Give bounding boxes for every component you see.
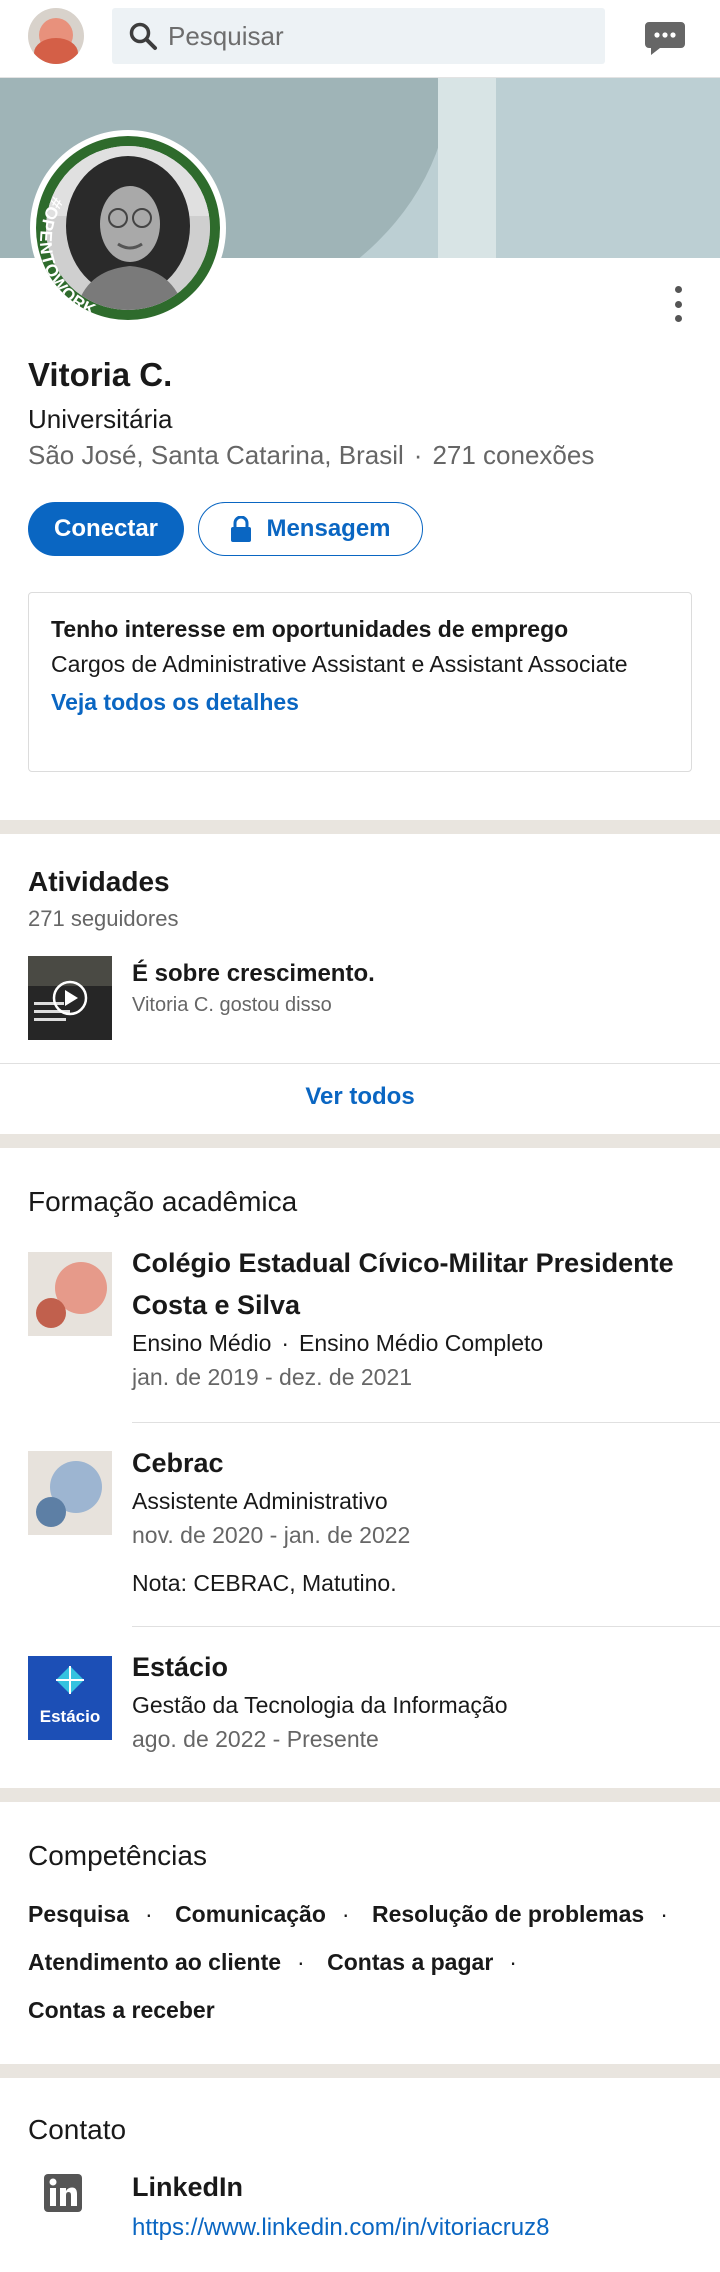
connect-button[interactable]: Conectar (28, 502, 184, 556)
cover-shape (438, 78, 496, 258)
open-to-work-frame: #OPENTOWORK (36, 136, 220, 320)
section-divider (0, 1134, 720, 1148)
degree-line: Ensino Médio · Ensino Médio Completo (132, 1326, 692, 1360)
field-of-study: Ensino Médio Completo (299, 1330, 544, 1356)
education-title: Formação acadêmica (28, 1186, 298, 1217)
education-note: Nota: CEBRAC, Matutino. (132, 1570, 397, 1596)
skills-list: Pesquisa · Comunicação · Resolução de prob… (28, 1890, 698, 2034)
open-to-work-badge: #OPENTOWORK (36, 194, 99, 320)
profile-photo[interactable]: #OPENTOWORK (30, 130, 226, 326)
user-avatar[interactable] (28, 8, 84, 64)
skill-item[interactable]: Contas a receber (28, 1997, 215, 2023)
skill-item[interactable]: Resolução de problemas (372, 1901, 644, 1927)
logo-shape (36, 1497, 66, 1527)
open-to-work-card[interactable]: Tenho interesse em oportunidades de empr… (28, 592, 692, 772)
education-dates: nov. de 2020 - jan. de 2022 (132, 1522, 411, 1548)
divider (132, 1626, 720, 1627)
degree: Ensino Médio (132, 1330, 272, 1356)
section-divider (0, 1788, 720, 1802)
skill-item[interactable]: Contas a pagar (327, 1949, 493, 1975)
school-name: Cebrac (132, 1448, 224, 1478)
avatar-shape (34, 38, 78, 64)
estacio-logo-mark: Estácio (28, 1656, 112, 1740)
contact-label: LinkedIn (132, 2172, 244, 2202)
school-logo: Estácio (28, 1656, 112, 1740)
school-logo (28, 1451, 112, 1535)
skill-item[interactable]: Pesquisa (28, 1901, 129, 1927)
followers-count: 271 seguidores (28, 906, 179, 931)
profile-headline: Universitária (28, 404, 173, 434)
open-to-work-label: #OPENTOWORK (36, 194, 98, 320)
school-name: Estácio (132, 1652, 229, 1682)
chat-icon[interactable] (644, 20, 686, 58)
school-logo (28, 1252, 112, 1336)
divider (132, 1422, 720, 1423)
svg-text:#OPENTOWORK: #OPENTOWORK (36, 194, 99, 320)
lock-icon (231, 516, 252, 542)
more-vertical-icon (674, 300, 682, 308)
education-item[interactable]: Cebrac Assistente Administrativo nov. de… (132, 1442, 692, 1600)
profile-location: São José, Santa Catarina, Brasil (28, 440, 404, 470)
education-item[interactable]: Colégio Estadual Cívico-Militar Presiden… (132, 1242, 692, 1394)
search-input[interactable] (168, 20, 588, 52)
linkedin-icon (44, 2174, 82, 2212)
otw-description: Cargos de Administrative Assistant e Ass… (51, 651, 628, 677)
more-vertical-icon (674, 315, 682, 322)
profile-location-line: São José, Santa Catarina, Brasil · 271 con… (28, 440, 594, 471)
otw-details-link[interactable]: Veja todos os detalhes (51, 684, 669, 720)
activity-item-subtitle: Vitoria C. gostou disso (132, 994, 332, 1016)
activity-title: Atividades (28, 866, 170, 897)
contact-title: Contato (28, 2114, 127, 2145)
activity-item-title[interactable]: É sobre crescimento. (132, 960, 375, 988)
message-button-label: Mensagem (266, 515, 391, 542)
separator-dot: · (145, 1901, 153, 1927)
search-bar[interactable] (112, 8, 605, 64)
separator-dot: · (509, 1949, 517, 1975)
education-dates: ago. de 2022 - Presente (132, 1726, 379, 1752)
degree: Gestão da Tecnologia da Informação (132, 1692, 508, 1718)
skills-title: Competências (28, 1840, 207, 1871)
skill-item[interactable]: Comunicação (175, 1901, 326, 1927)
otw-title: Tenho interesse em oportunidades de empr… (51, 616, 569, 642)
see-all-activity-button[interactable]: Ver todos (0, 1064, 720, 1130)
logo-shape (36, 1298, 66, 1328)
top-bar (0, 0, 720, 78)
section-divider (0, 820, 720, 834)
profile-name: Vitoria C. (28, 356, 173, 393)
separator-dot: · (341, 1901, 350, 1927)
section-divider (0, 2064, 720, 2078)
video-thumbnail (28, 956, 112, 1040)
linkedin-profile-link[interactable]: https://www.linkedin.com/in/vitoriacruz8 (132, 2214, 550, 2242)
more-vertical-icon (674, 286, 682, 293)
education-dates: jan. de 2019 - dez. de 2021 (132, 1364, 413, 1390)
separator-dot: · (297, 1949, 305, 1975)
logo-wordmark: Estácio (40, 1707, 100, 1726)
degree: Assistente Administrativo (132, 1488, 388, 1514)
activity-thumbnail[interactable] (28, 956, 112, 1040)
skill-item[interactable]: Atendimento ao cliente (28, 1949, 281, 1975)
connections-count[interactable]: 271 conexões (432, 440, 594, 470)
separator-dot: · (413, 440, 423, 470)
message-button[interactable]: Mensagem (198, 502, 423, 556)
search-icon (129, 22, 157, 50)
education-item[interactable]: Estácio Gestão da Tecnologia da Informaç… (132, 1646, 692, 1756)
separator-dot: · (660, 1901, 668, 1927)
more-options-button[interactable] (664, 282, 692, 326)
school-name: Colégio Estadual Cívico-Militar Presiden… (132, 1248, 674, 1320)
separator-dot: · (281, 1330, 290, 1356)
